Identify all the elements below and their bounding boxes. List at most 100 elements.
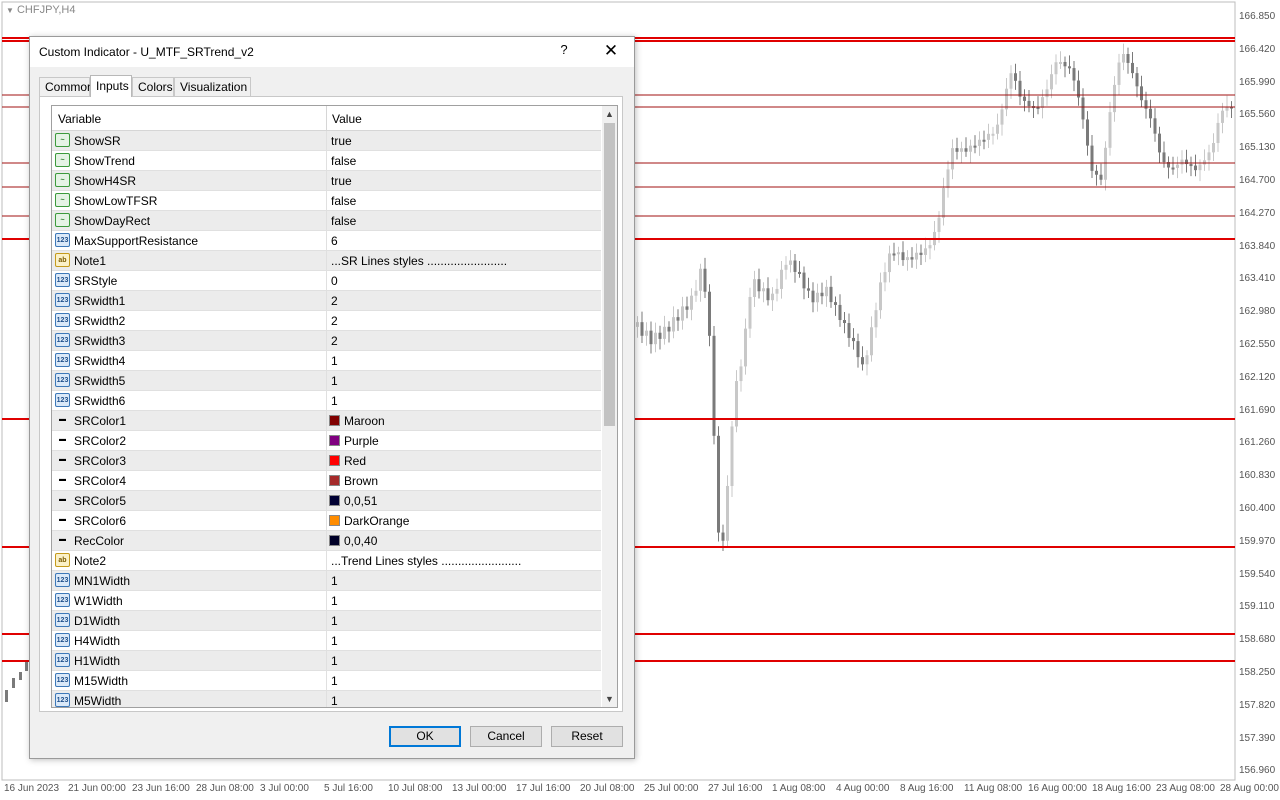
candle-body: [888, 253, 891, 273]
scroll-up-arrow-icon[interactable]: ▲: [602, 106, 617, 122]
candle-body: [906, 257, 909, 261]
tab-inputs[interactable]: Inputs: [90, 75, 132, 97]
ok-button[interactable]: OK: [389, 726, 461, 747]
time-axis-label: 23 Jun 16:00: [132, 783, 190, 794]
candle-body: [798, 271, 801, 274]
candle-body: [838, 304, 842, 321]
column-header-value[interactable]: Value: [332, 112, 362, 126]
value-field[interactable]: 1: [331, 654, 338, 668]
value-field[interactable]: 1: [331, 394, 338, 408]
input-row-reccolor[interactable]: ▬ RecColor 0,0,40: [52, 531, 601, 551]
color-swatch[interactable]: [329, 535, 340, 546]
input-row-showlowtfsr[interactable]: ~ ShowLowTFSR false: [52, 191, 601, 211]
value-field[interactable]: Brown: [344, 474, 378, 488]
value-field[interactable]: 1: [331, 374, 338, 388]
input-row-h4width[interactable]: 123 H4Width 1: [52, 631, 601, 651]
value-field[interactable]: DarkOrange: [344, 514, 409, 528]
input-row-srwidth2[interactable]: 123 SRwidth2 2: [52, 311, 601, 331]
column-header-variable[interactable]: Variable: [58, 112, 101, 126]
input-row-showh4sr[interactable]: ~ ShowH4SR true: [52, 171, 601, 191]
value-field[interactable]: 6: [331, 234, 338, 248]
dialog-titlebar[interactable]: Custom Indicator - U_MTF_SRTrend_v2 ? ✕: [30, 37, 634, 67]
tab-visualization[interactable]: Visualization: [174, 77, 251, 96]
chart-menu-triangle-icon[interactable]: ▼: [6, 6, 14, 15]
variable-name: SRColor6: [74, 514, 127, 528]
color-swatch[interactable]: [329, 415, 340, 426]
input-row-mn1width[interactable]: 123 MN1Width 1: [52, 571, 601, 591]
variable-name: D1Width: [74, 614, 121, 628]
scroll-down-arrow-icon[interactable]: ▼: [602, 691, 617, 707]
grid-scrollbar[interactable]: ▲ ▼: [602, 106, 617, 707]
input-row-showtrend[interactable]: ~ ShowTrend false: [52, 151, 601, 171]
time-axis-label: 28 Aug 00:00: [1220, 783, 1279, 794]
integer-type-icon: 123: [55, 633, 70, 647]
value-field[interactable]: 1: [331, 634, 338, 648]
value-field[interactable]: false: [331, 214, 356, 228]
input-row-w1width[interactable]: 123 W1Width 1: [52, 591, 601, 611]
close-icon[interactable]: ✕: [596, 41, 626, 61]
value-field[interactable]: Purple: [344, 434, 379, 448]
value-field[interactable]: 0,0,51: [344, 494, 377, 508]
tab-common[interactable]: Common: [39, 77, 94, 96]
input-row-d1width[interactable]: 123 D1Width 1: [52, 611, 601, 631]
reset-button[interactable]: Reset: [551, 726, 623, 747]
input-row-srcolor1[interactable]: ▬ SRColor1 Maroon: [52, 411, 601, 431]
input-row-srwidth4[interactable]: 123 SRwidth4 1: [52, 351, 601, 371]
integer-type-icon: 123: [55, 693, 70, 707]
input-row-srcolor4[interactable]: ▬ SRColor4 Brown: [52, 471, 601, 491]
input-row-srstyle[interactable]: 123 SRStyle 0: [52, 271, 601, 291]
input-row-srcolor5[interactable]: ▬ SRColor5 0,0,51: [52, 491, 601, 511]
input-row-showsr[interactable]: ~ ShowSR true: [52, 131, 601, 151]
input-row-note1[interactable]: ab Note1 ...SR Lines styles ..............…: [52, 251, 601, 271]
input-row-showdayrect[interactable]: ~ ShowDayRect false: [52, 211, 601, 231]
value-field[interactable]: 1: [331, 674, 338, 688]
value-field[interactable]: 1: [331, 354, 338, 368]
value-field[interactable]: Maroon: [344, 414, 385, 428]
candle-body: [960, 148, 963, 152]
color-swatch[interactable]: [329, 495, 340, 506]
input-row-srwidth6[interactable]: 123 SRwidth6 1: [52, 391, 601, 411]
value-field[interactable]: ...SR Lines styles .....................…: [331, 254, 507, 268]
input-row-m15width[interactable]: 123 M15Width 1: [52, 671, 601, 691]
color-swatch[interactable]: [329, 455, 340, 466]
value-field[interactable]: 2: [331, 334, 338, 348]
value-field[interactable]: ...Trend Lines styles ..................…: [331, 554, 521, 568]
value-field[interactable]: false: [331, 194, 356, 208]
value-field[interactable]: 0,0,40: [344, 534, 377, 548]
input-row-srcolor6[interactable]: ▬ SRColor6 DarkOrange: [52, 511, 601, 531]
input-row-maxsupportresistance[interactable]: 123 MaxSupportResistance 6: [52, 231, 601, 251]
candle-body: [942, 188, 945, 218]
value-field[interactable]: false: [331, 154, 356, 168]
input-row-srcolor3[interactable]: ▬ SRColor3 Red: [52, 451, 601, 471]
time-axis-label: 18 Aug 16:00: [1092, 783, 1151, 794]
input-row-srwidth5[interactable]: 123 SRwidth5 1: [52, 371, 601, 391]
value-field[interactable]: 2: [331, 294, 338, 308]
input-row-h1width[interactable]: 123 H1Width 1: [52, 651, 601, 671]
cancel-button[interactable]: Cancel: [470, 726, 542, 747]
input-row-srcolor2[interactable]: ▬ SRColor2 Purple: [52, 431, 601, 451]
value-field[interactable]: 1: [331, 594, 338, 608]
scroll-thumb[interactable]: [604, 123, 615, 426]
help-button[interactable]: ?: [557, 42, 571, 57]
value-field[interactable]: 1: [331, 614, 338, 628]
input-row-srwidth3[interactable]: 123 SRwidth3 2: [52, 331, 601, 351]
time-axis-label: 13 Jul 00:00: [452, 783, 507, 794]
candle-body: [676, 317, 680, 321]
color-swatch[interactable]: [329, 435, 340, 446]
value-field[interactable]: 0: [331, 274, 338, 288]
tab-colors[interactable]: Colors: [132, 77, 174, 96]
value-field[interactable]: 2: [331, 314, 338, 328]
color-swatch[interactable]: [329, 515, 340, 526]
candle-body: [663, 326, 666, 339]
input-row-note2[interactable]: ab Note2 ...Trend Lines styles ...........…: [52, 551, 601, 571]
value-field[interactable]: Red: [344, 454, 366, 468]
value-field[interactable]: 1: [331, 694, 338, 707]
value-field[interactable]: true: [331, 134, 352, 148]
value-field[interactable]: 1: [331, 574, 338, 588]
input-row-srwidth1[interactable]: 123 SRwidth1 2: [52, 291, 601, 311]
variable-name: M15Width: [74, 674, 129, 688]
input-row-m5width[interactable]: 123 M5Width 1: [52, 691, 601, 707]
color-swatch[interactable]: [329, 475, 340, 486]
column-divider[interactable]: [326, 106, 327, 130]
value-field[interactable]: true: [331, 174, 352, 188]
